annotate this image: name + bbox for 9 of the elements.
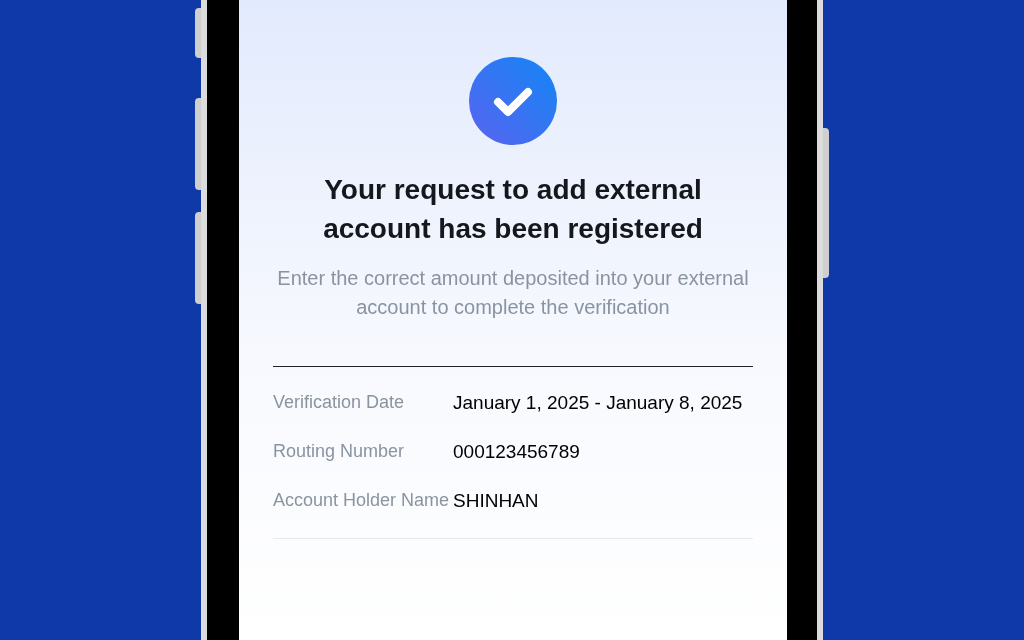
detail-label: Account Holder Name <box>273 489 451 512</box>
detail-label: Verification Date <box>273 391 406 414</box>
detail-value: 000123456789 <box>453 440 580 464</box>
detail-label: Routing Number <box>273 440 406 463</box>
check-icon <box>468 56 558 146</box>
detail-value: January 1, 2025 - January 8, 2025 <box>453 391 743 415</box>
detail-value: SHINHAN <box>453 489 539 513</box>
confirmation-message: Enter the correct amount deposited into your external account to complete the verification <box>276 266 750 320</box>
confirmation-title: Your request to add external account has been registered <box>322 173 704 246</box>
